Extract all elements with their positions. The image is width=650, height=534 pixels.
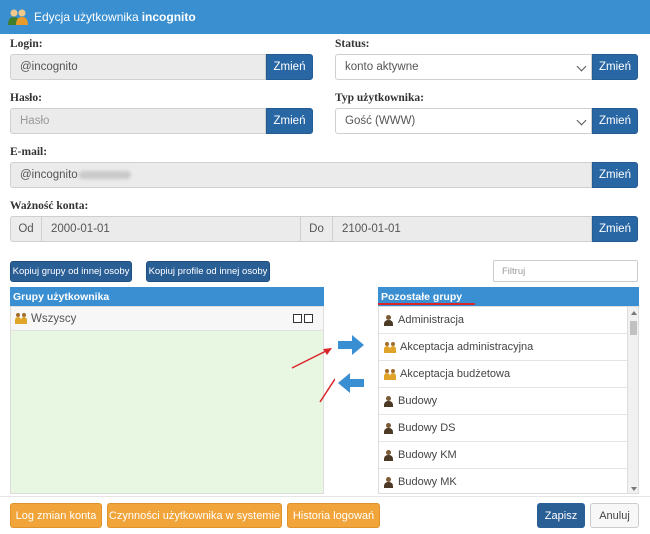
group-label: Budowy KM [398,449,457,461]
login-field[interactable]: @incognito [10,54,266,80]
group-label: Akceptacja administracyjna [400,341,534,353]
user-groups-list[interactable]: Wszyscy [10,306,324,494]
footer-divider [0,496,650,497]
user-icon [384,476,393,488]
status-value: konto aktywne [345,61,419,73]
user-icon [384,422,393,434]
status-select[interactable]: konto aktywne [335,54,592,80]
user-groups-header: Grupy użytkownika [10,287,324,306]
validity-to-label: Do [300,216,333,242]
email-field[interactable]: @incognito [10,162,592,188]
list-item[interactable]: Budowy [379,388,638,415]
group-label: Administracja [398,314,465,326]
filter-input[interactable]: Filtruj [493,260,638,282]
group-label: Akceptacja budżetowa [400,368,511,380]
list-item[interactable]: Akceptacja budżetowa [379,361,638,388]
account-log-button[interactable]: Log zmian konta [10,503,102,528]
users-group-icon [384,341,396,353]
list-item[interactable]: Administracja [379,307,638,334]
window-title-user: incognito [141,10,196,24]
password-change-button[interactable]: Zmień [266,108,313,134]
group-label: Wszyscy [31,312,77,325]
email-value: @incognito [20,169,78,181]
annotation-underline [378,303,475,305]
window-titlebar: Edycja użytkownika incognito [0,0,650,34]
user-icon [384,314,393,326]
list-item[interactable]: Budowy DS [379,415,638,442]
list-item[interactable]: Budowy MK [379,469,638,493]
other-groups-list[interactable]: Administracja Akceptacja administracyjna… [378,306,639,494]
redacted-text [78,171,131,179]
scroll-thumb[interactable] [630,321,637,335]
user-type-select[interactable]: Gość (WWW) [335,108,592,134]
chevron-down-icon [576,115,587,126]
login-label: Login: [10,38,43,50]
copy-groups-button[interactable]: Kopiuj grupy od innej osoby [10,261,132,282]
move-left-arrow-icon[interactable] [338,373,364,393]
password-field[interactable]: Hasło [10,108,266,134]
login-change-button[interactable]: Zmień [266,54,313,80]
user-type-change-button[interactable]: Zmień [592,108,638,134]
scrollbar[interactable] [627,307,638,493]
status-change-button[interactable]: Zmień [592,54,638,80]
scroll-up-icon[interactable] [631,311,637,315]
cancel-button[interactable]: Anuluj [590,503,639,528]
users-group-icon [15,313,27,324]
validity-from-field[interactable]: 2000-01-01 [41,216,301,242]
details-icon[interactable] [293,314,302,323]
scroll-down-icon[interactable] [631,487,637,491]
user-type-label: Typ użytkownika: [335,92,424,104]
email-change-button[interactable]: Zmień [592,162,638,188]
edit-icon[interactable] [304,314,313,323]
list-item[interactable]: Budowy KM [379,442,638,469]
users-icon [8,8,28,26]
validity-change-button[interactable]: Zmień [592,216,638,242]
group-label: Budowy DS [398,422,456,434]
users-group-icon [384,368,396,380]
save-button[interactable]: Zapisz [537,503,585,528]
group-label: Budowy [398,395,438,407]
user-activity-button[interactable]: Czynności użytkownika w systemie [107,503,282,528]
validity-label: Ważność konta: [10,200,89,212]
copy-profiles-button[interactable]: Kopiuj profile od innej osoby [146,261,270,282]
window-title: Edycja użytkownika [34,10,139,24]
list-item[interactable]: Akceptacja administracyjna [379,334,638,361]
validity-to-field[interactable]: 2100-01-01 [332,216,592,242]
annotation-arrows [291,348,335,403]
password-label: Hasło: [10,92,42,104]
email-label: E-mail: [10,146,48,158]
chevron-down-icon [576,61,587,72]
user-icon [384,449,393,461]
user-icon [384,395,393,407]
list-item[interactable]: Wszyscy [11,307,323,331]
status-label: Status: [335,38,370,50]
group-label: Budowy MK [398,476,457,488]
validity-from-label: Od [10,216,42,242]
user-type-value: Gość (WWW) [345,115,416,127]
login-history-button[interactable]: Historia logowań [287,503,380,528]
move-right-arrow-icon[interactable] [338,335,364,355]
